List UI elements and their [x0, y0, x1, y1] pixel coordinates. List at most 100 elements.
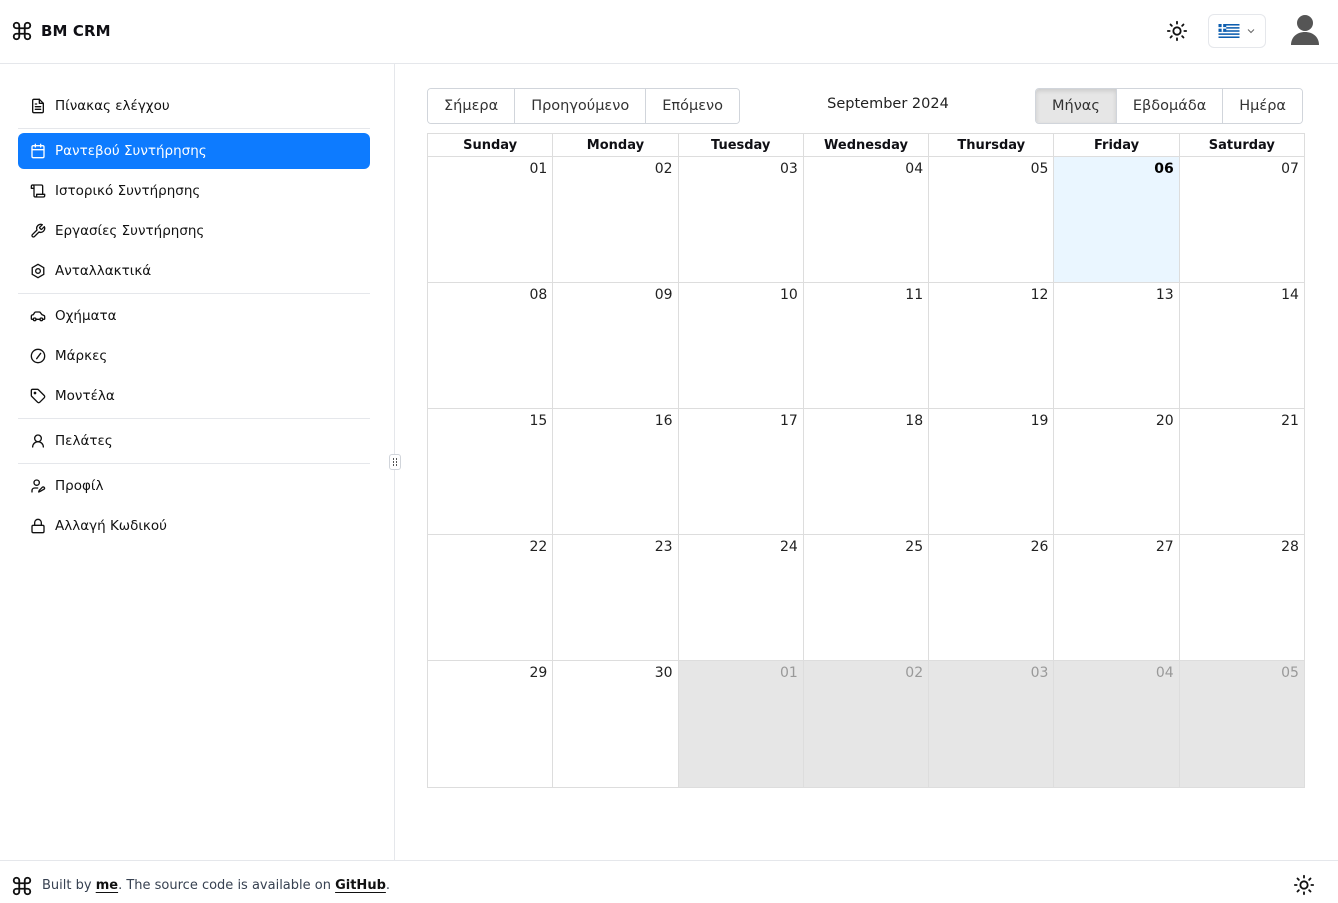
calendar-day-cell[interactable]: 03 — [679, 157, 804, 282]
calendar-day-cell[interactable]: 16 — [553, 409, 679, 534]
day-number[interactable]: 02 — [905, 665, 923, 681]
day-number[interactable]: 13 — [1156, 287, 1174, 303]
sun-icon[interactable] — [1166, 20, 1188, 42]
today-button[interactable]: Σήμερα — [428, 89, 516, 123]
day-number[interactable]: 25 — [905, 539, 923, 555]
day-number[interactable]: 19 — [1031, 413, 1049, 429]
sidebar-item-label: Εργασίες Συντήρησης — [55, 223, 205, 239]
language-switcher[interactable] — [1208, 14, 1266, 48]
day-number[interactable]: 18 — [905, 413, 923, 429]
day-number[interactable]: 08 — [529, 287, 547, 303]
day-number[interactable]: 27 — [1156, 539, 1174, 555]
day-number[interactable]: 20 — [1156, 413, 1174, 429]
calendar-day-cell[interactable]: 04 — [804, 157, 930, 282]
week-view-button[interactable]: Εβδομάδα — [1116, 89, 1224, 123]
calendar-day-cell-off-range[interactable]: 04 — [1054, 661, 1180, 787]
calendar-day-cell[interactable]: 15 — [428, 409, 554, 534]
sidebar-item-change-password[interactable]: Αλλαγή Κωδικού — [18, 508, 370, 544]
calendar-day-cell[interactable]: 07 — [1180, 157, 1304, 282]
day-number[interactable]: 03 — [1031, 665, 1049, 681]
calendar-day-cell[interactable]: 24 — [679, 535, 804, 660]
calendar-day-cell[interactable]: 08 — [428, 283, 554, 408]
calendar-day-cell[interactable]: 26 — [929, 535, 1055, 660]
sidebar-item-vehicles[interactable]: Οχήματα — [18, 298, 370, 334]
sidebar-item-profile[interactable]: Προφίλ — [18, 468, 370, 504]
sidebar-item-customers[interactable]: Πελάτες — [18, 423, 370, 459]
day-number[interactable]: 04 — [905, 161, 923, 177]
day-view-button[interactable]: Ημέρα — [1223, 89, 1302, 123]
calendar-day-cell[interactable]: 21 — [1180, 409, 1304, 534]
calendar-day-cell[interactable]: 18 — [804, 409, 930, 534]
author-link[interactable]: me — [96, 878, 118, 893]
calendar-day-cell[interactable]: 10 — [679, 283, 804, 408]
day-number[interactable]: 12 — [1031, 287, 1049, 303]
day-number[interactable]: 01 — [780, 665, 798, 681]
calendar-day-cell[interactable]: 11 — [804, 283, 930, 408]
calendar-day-cell-off-range[interactable]: 01 — [678, 661, 804, 787]
day-number[interactable]: 02 — [655, 161, 673, 177]
calendar-day-cell[interactable]: 25 — [804, 535, 930, 660]
sidebar-item-appointments[interactable]: Ραντεβού Συντήρησης — [18, 133, 370, 169]
day-number[interactable]: 06 — [1154, 161, 1173, 177]
day-number[interactable]: 05 — [1031, 161, 1049, 177]
calendar-day-cell[interactable]: 17 — [679, 409, 804, 534]
calendar-day-cell-off-range[interactable]: 03 — [929, 661, 1055, 787]
calendar-day-cell[interactable]: 27 — [1054, 535, 1180, 660]
brand-name: BM CRM — [41, 22, 111, 40]
calendar-day-cell[interactable]: 13 — [1054, 283, 1180, 408]
day-number[interactable]: 01 — [529, 161, 547, 177]
calendar-day-cell[interactable]: 01 — [428, 157, 554, 282]
calendar-day-cell[interactable]: 28 — [1180, 535, 1304, 660]
calendar-day-cell[interactable]: 14 — [1180, 283, 1304, 408]
footer-prefix: Built by — [42, 878, 96, 893]
calendar-day-cell[interactable]: 29 — [428, 661, 554, 787]
sidebar-item-history[interactable]: Ιστορικό Συντήρησης — [18, 173, 370, 209]
calendar-day-cell[interactable]: 22 — [428, 535, 554, 660]
day-number[interactable]: 30 — [655, 665, 673, 681]
sidebar-divider — [18, 463, 370, 464]
day-number[interactable]: 03 — [780, 161, 798, 177]
sidebar-resize-handle[interactable] — [389, 454, 401, 470]
calendar-day-cell[interactable]: 19 — [929, 409, 1055, 534]
user-avatar-icon[interactable] — [1290, 14, 1320, 46]
day-number[interactable]: 29 — [529, 665, 547, 681]
sidebar-item-dashboard[interactable]: Πίνακας ελέγχου — [18, 88, 370, 124]
day-number[interactable]: 15 — [529, 413, 547, 429]
month-view-button[interactable]: Μήνας — [1036, 89, 1117, 123]
calendar-day-cell[interactable]: 30 — [553, 661, 679, 787]
sidebar-item-tasks[interactable]: Εργασίες Συντήρησης — [18, 213, 370, 249]
calendar-day-cell-off-range[interactable]: 02 — [803, 661, 930, 787]
calendar-day-cell[interactable]: 05 — [929, 157, 1055, 282]
next-button[interactable]: Επόμενο — [646, 89, 740, 123]
sidebar-item-brands[interactable]: Μάρκες — [18, 338, 370, 374]
brand[interactable]: BM CRM — [11, 20, 111, 42]
sidebar-item-models[interactable]: Μοντέλα — [18, 378, 370, 414]
calendar-day-cell[interactable]: 20 — [1054, 409, 1180, 534]
day-number[interactable]: 07 — [1281, 161, 1299, 177]
previous-button[interactable]: Προηγούμενο — [515, 89, 647, 123]
day-number[interactable]: 24 — [780, 539, 798, 555]
sun-icon[interactable] — [1293, 874, 1315, 896]
day-number[interactable]: 23 — [655, 539, 673, 555]
calendar-day-cell[interactable]: 12 — [929, 283, 1055, 408]
day-number[interactable]: 21 — [1281, 413, 1299, 429]
day-number[interactable]: 28 — [1281, 539, 1299, 555]
day-number[interactable]: 10 — [780, 287, 798, 303]
calendar-day-cell[interactable]: 02 — [553, 157, 679, 282]
day-number[interactable]: 05 — [1281, 665, 1299, 681]
github-link[interactable]: GitHub — [335, 878, 386, 893]
sidebar-item-parts[interactable]: Ανταλλακτικά — [18, 253, 370, 289]
day-number[interactable]: 17 — [780, 413, 798, 429]
calendar-day-cell-today[interactable]: 06 — [1054, 157, 1180, 282]
day-number[interactable]: 09 — [655, 287, 673, 303]
day-number[interactable]: 16 — [655, 413, 673, 429]
day-number[interactable]: 11 — [905, 287, 923, 303]
day-number[interactable]: 14 — [1281, 287, 1299, 303]
calendar-day-cell[interactable]: 09 — [553, 283, 679, 408]
calendar-day-cell[interactable]: 23 — [553, 535, 679, 660]
calendar-week: 22 23 24 25 26 27 28 — [428, 535, 1304, 661]
day-number[interactable]: 22 — [529, 539, 547, 555]
calendar-day-cell-off-range[interactable]: 05 — [1179, 661, 1304, 787]
day-number[interactable]: 04 — [1156, 665, 1174, 681]
day-number[interactable]: 26 — [1031, 539, 1049, 555]
